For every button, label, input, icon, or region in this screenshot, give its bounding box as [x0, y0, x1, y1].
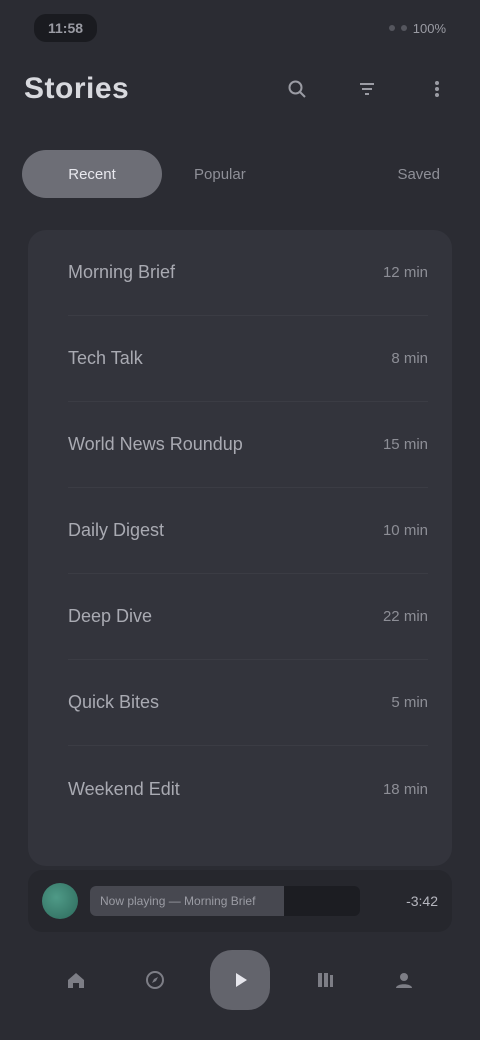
list-item-value: 8 min: [391, 350, 428, 367]
profile-icon: [396, 973, 413, 988]
nav-explore[interactable]: [131, 956, 179, 1004]
nav-profile[interactable]: [380, 956, 428, 1004]
nav-home[interactable]: [52, 956, 100, 1004]
list-item-value: 22 min: [382, 608, 428, 625]
list-item[interactable]: Tech Talk 8 min: [68, 316, 428, 402]
nav-play[interactable]: [209, 950, 270, 1010]
mini-player[interactable]: Now playing — Morning Brief -3:42: [28, 870, 452, 932]
app-header: Stories: [0, 58, 480, 120]
home-icon: [67, 973, 84, 988]
list-item-value: 5 min: [391, 694, 428, 711]
player-artwork: [42, 883, 78, 919]
list-item-value: 18 min: [382, 780, 428, 798]
filter-button[interactable]: [350, 72, 384, 106]
player-progress-track[interactable]: Now playing — Morning Brief: [90, 886, 360, 916]
status-bar: 11:58 100%: [0, 0, 480, 56]
explore-icon: [145, 971, 164, 989]
list-item-name: Deep Dive: [68, 606, 153, 626]
player-title: Now playing — Morning Brief: [100, 894, 256, 908]
status-indicators: 100%: [388, 20, 446, 36]
filter-chip-popular[interactable]: Popular: [176, 150, 264, 198]
header-actions: [280, 72, 454, 106]
page-title: Stories: [24, 72, 130, 105]
bottom-nav: [0, 940, 480, 1020]
list-item[interactable]: Daily Digest 10 min: [68, 488, 428, 574]
battery-text: 100%: [412, 20, 446, 36]
filter-chip-saved[interactable]: Saved: [379, 150, 458, 198]
list-item-value: 10 min: [382, 522, 428, 539]
list-item-name: Daily Digest: [68, 520, 165, 540]
list-item-name: Tech Talk: [68, 348, 143, 368]
play-icon: [235, 973, 247, 987]
list-item-name: Weekend Edit: [68, 778, 180, 799]
player-time: -3:42: [406, 893, 438, 909]
list-item-name: Quick Bites: [68, 692, 160, 712]
list-item-value: 15 min: [382, 436, 428, 453]
search-button[interactable]: [280, 72, 314, 106]
status-time-pill: 11:58: [34, 14, 98, 42]
filter-chip-active[interactable]: Recent: [22, 150, 162, 198]
library-icon: [318, 973, 334, 987]
wifi-icon: [400, 25, 407, 31]
list-item[interactable]: Quick Bites 5 min: [68, 660, 428, 746]
status-time: 11:58: [48, 20, 84, 36]
list-item[interactable]: Morning Brief 12 min: [68, 230, 428, 316]
list-item[interactable]: Weekend Edit 18 min: [68, 746, 428, 832]
nav-library[interactable]: [301, 956, 349, 1004]
filter-row: Recent Popular Saved: [22, 146, 458, 202]
signal-icon: [388, 25, 395, 31]
more-icon: [435, 81, 439, 97]
list-item-name: World News Roundup: [68, 434, 243, 454]
list-item-name: Morning Brief: [68, 262, 176, 282]
list-item[interactable]: World News Roundup 15 min: [68, 402, 428, 488]
list-item-value: 12 min: [382, 264, 428, 281]
list-item[interactable]: Deep Dive 22 min: [68, 574, 428, 660]
filter-icon: [360, 83, 374, 95]
search-icon: [288, 80, 306, 98]
story-list-card: Morning Brief 12 min Tech Talk 8 min Wor…: [28, 230, 452, 866]
more-button[interactable]: [420, 72, 454, 106]
